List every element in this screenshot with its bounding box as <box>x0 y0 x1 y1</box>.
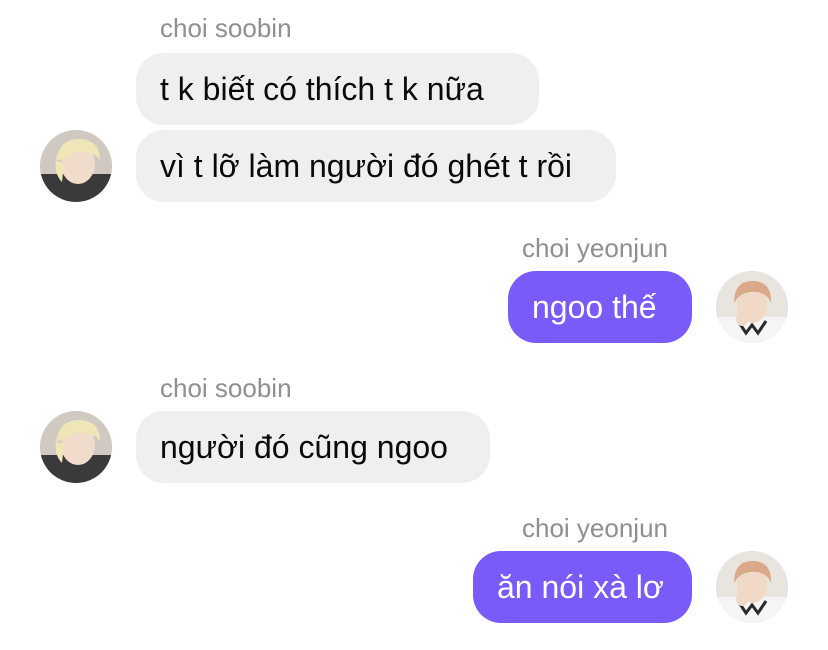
soobin-avatar-icon[interactable] <box>40 130 112 202</box>
sender-name: choi yeonjun <box>522 513 668 543</box>
message-bubble[interactable]: vì t lỡ làm người đó ghét t rồi <box>136 130 616 202</box>
yeonjun-avatar-icon[interactable] <box>716 271 788 343</box>
message-bubble[interactable]: người đó cũng ngoo <box>136 411 490 483</box>
sender-name: choi soobin <box>160 13 292 43</box>
message-bubble[interactable]: ngoo thế <box>508 271 692 343</box>
message-bubble[interactable]: ăn nói xà lơ <box>473 551 692 623</box>
soobin-avatar-icon[interactable] <box>40 411 112 483</box>
sender-name: choi soobin <box>160 373 292 403</box>
sender-name: choi yeonjun <box>522 233 668 263</box>
yeonjun-avatar-icon[interactable] <box>716 551 788 623</box>
message-bubble[interactable]: t k biết có thích t k nữa <box>136 53 539 125</box>
